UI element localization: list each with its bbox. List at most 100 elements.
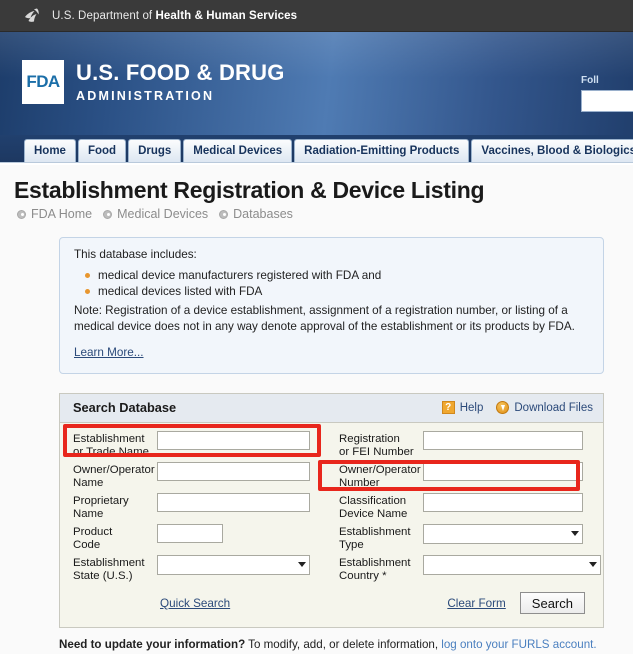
field-label: Establishment Type: [339, 524, 423, 552]
fda-logo[interactable]: FDA U.S. FOOD & DRUG ADMINISTRATION: [22, 60, 285, 104]
search-actions-row: Quick Search Clear Form Search: [60, 586, 603, 621]
field-label-line1: Establishment: [339, 525, 411, 538]
field-label-line2: Code: [73, 538, 101, 551]
nav-tab-food[interactable]: Food: [77, 139, 127, 162]
form-row: Establishment or Trade Name Registration…: [60, 430, 603, 462]
field-label-line2: Name: [73, 476, 104, 489]
search-button[interactable]: Search: [519, 592, 585, 615]
download-files-link[interactable]: Download Files: [496, 401, 593, 415]
page-body: Establishment Registration & Device List…: [0, 165, 633, 654]
fda-wordmark: U.S. FOOD & DRUG ADMINISTRATION: [76, 59, 285, 103]
field-label: Owner/Operator Name: [73, 462, 157, 490]
field-label-line2: or Trade Name: [73, 445, 149, 458]
field-label-line1: Product: [73, 525, 113, 538]
help-link[interactable]: ? Help: [441, 401, 484, 415]
breadcrumb-item-databases[interactable]: Databases: [233, 207, 293, 221]
database-info-box: This database includes: medical device m…: [59, 237, 604, 374]
clear-form-link[interactable]: Clear Form: [447, 597, 505, 610]
fda-mark-icon: FDA: [22, 60, 64, 104]
field-label: Registration or FEI Number: [339, 431, 423, 459]
nav-tab-drugs[interactable]: Drugs: [128, 139, 182, 162]
info-bullet-list: medical device manufacturers registered …: [74, 268, 589, 301]
field-label-line2: Country *: [339, 569, 387, 582]
field-label-line1: Establishment: [339, 556, 411, 569]
furls-account-link[interactable]: log onto your FURLS account.: [441, 638, 596, 651]
field-label: Establishment State (U.S.): [73, 555, 157, 583]
breadcrumb-item-medical-devices[interactable]: Medical Devices: [117, 207, 208, 221]
nav-tab-vaccines-blood-biologics[interactable]: Vaccines, Blood & Biologics: [471, 139, 633, 162]
field-label: Classification Device Name: [339, 493, 423, 521]
establishment-country-select[interactable]: [423, 554, 602, 575]
breadcrumb-bullet-icon: [103, 209, 113, 219]
form-row: Owner/Operator Name Owner/Operator Numbe…: [60, 461, 603, 493]
field-label-line1: Establishment: [73, 556, 145, 569]
classification-device-name-input[interactable]: [423, 492, 584, 512]
nav-tab-medical-devices[interactable]: Medical Devices: [183, 139, 293, 162]
field-label-line1: Classification: [339, 494, 407, 507]
breadcrumb-item-fda-home[interactable]: FDA Home: [31, 207, 92, 221]
help-icon: ?: [441, 401, 455, 415]
field-label-line1: Owner/Operator: [339, 463, 421, 476]
hhs-top-bar: U.S. Department of Health & Human Servic…: [0, 0, 633, 32]
fda-wordmark-line2: ADMINISTRATION: [76, 88, 215, 103]
field-establishment-state: Establishment State (U.S.): [60, 554, 326, 583]
fda-wordmark-line1: U.S. FOOD & DRUG: [76, 59, 285, 85]
fda-establishment-registration-page: U.S. Department of Health & Human Servic…: [0, 0, 633, 654]
field-label: Product Code: [73, 524, 157, 552]
chevron-down-icon: [589, 562, 598, 568]
field-label: Establishment Country *: [339, 555, 423, 583]
learn-more-link[interactable]: Learn More...: [74, 345, 144, 362]
chevron-down-icon: [298, 562, 306, 568]
field-owner-operator-name: Owner/Operator Name: [60, 461, 326, 490]
establishment-state-select[interactable]: [157, 554, 310, 575]
page-title: Establishment Registration & Device List…: [14, 177, 485, 203]
field-label: Owner/Operator Number: [339, 462, 423, 490]
hhs-eagle-logo-icon: [25, 8, 39, 22]
breadcrumb-bullet-icon: [17, 209, 26, 219]
search-panel-header: Search Database ? Help Download Files: [60, 393, 603, 423]
product-code-input[interactable]: [157, 523, 223, 543]
establishment-or-trade-name-input[interactable]: [157, 430, 310, 450]
form-row: Establishment State (U.S.) Establishment…: [60, 554, 603, 586]
hhs-title-prefix: U.S. Department of: [52, 9, 156, 22]
field-classification-device-name: Classification Device Name: [326, 492, 603, 521]
form-row: Product Code Establishment Type: [60, 523, 603, 555]
nav-tab-radiation-emitting-products[interactable]: Radiation-Emitting Products: [294, 139, 470, 162]
nav-tab-home[interactable]: Home: [24, 139, 76, 162]
hhs-title: U.S. Department of Health & Human Servic…: [52, 10, 297, 22]
chevron-down-icon: [571, 531, 580, 537]
info-bullet-item: medical devices listed with FDA: [85, 284, 589, 301]
info-bullet-item: medical device manufacturers registered …: [85, 268, 589, 285]
download-icon: [496, 401, 510, 415]
owner-operator-number-input[interactable]: [423, 461, 584, 481]
field-label-line2: Device Name: [339, 507, 408, 520]
establishment-type-select[interactable]: [423, 523, 584, 544]
breadcrumb: FDA Home Medical Devices Databases: [17, 207, 619, 221]
header-search-input[interactable]: [581, 90, 633, 112]
owner-operator-name-input[interactable]: [157, 461, 310, 481]
help-link-label: Help: [459, 401, 484, 414]
download-files-label: Download Files: [514, 401, 593, 414]
hhs-title-bold: Health & Human Services: [155, 9, 298, 22]
field-establishment-or-trade-name: Establishment or Trade Name: [60, 430, 326, 459]
field-label-line2: Type: [339, 538, 364, 551]
field-proprietary-name: Proprietary Name: [60, 492, 326, 521]
field-label-line2: State (U.S.): [73, 569, 133, 582]
follow-fda-label: Foll: [581, 75, 599, 86]
field-label-line1: Establishment: [73, 432, 145, 445]
proprietary-name-input[interactable]: [157, 492, 310, 512]
field-label-line2: Name: [73, 507, 104, 520]
search-panel-title: Search Database: [73, 400, 177, 416]
registration-or-fei-number-input[interactable]: [423, 430, 584, 450]
field-label: Proprietary Name: [73, 493, 157, 521]
search-database-panel: Search Database ? Help Download Files Es…: [59, 392, 604, 628]
field-owner-operator-number: Owner/Operator Number: [326, 461, 603, 490]
quick-search-link[interactable]: Quick Search: [160, 597, 230, 610]
search-form: Establishment or Trade Name Registration…: [60, 423, 603, 627]
follow-fda-block: Foll: [581, 75, 633, 112]
update-note-answer-pre: To modify, add, or delete information,: [245, 637, 442, 651]
update-notes: Need to update your information? To modi…: [59, 637, 619, 654]
field-label-line1: Owner/Operator: [73, 463, 155, 476]
field-label-line1: Proprietary: [73, 494, 129, 507]
form-row: Proprietary Name Classification Device N…: [60, 492, 603, 524]
